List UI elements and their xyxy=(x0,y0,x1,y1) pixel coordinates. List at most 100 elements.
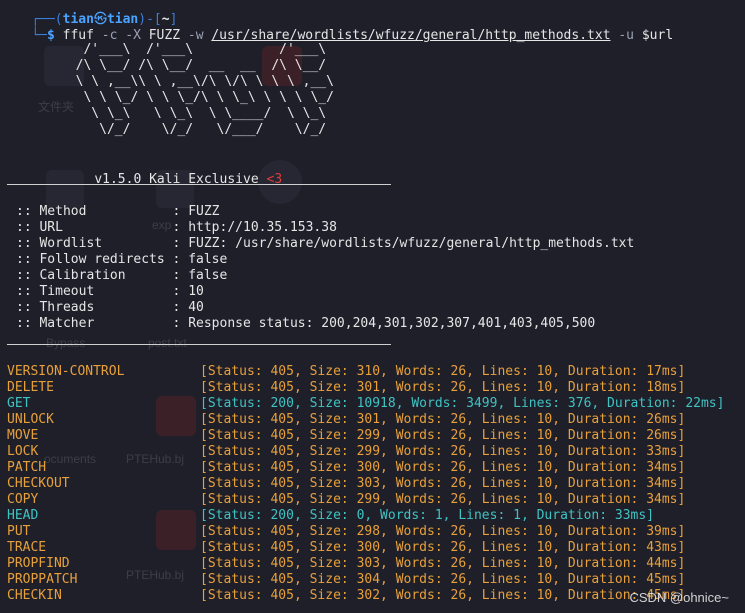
result-label-status: [Status: xyxy=(200,476,271,491)
result-status: 405 xyxy=(270,540,294,555)
result-duration: 39ms xyxy=(646,524,678,539)
result-lines: 10 xyxy=(536,492,553,507)
result-size: 300 xyxy=(356,460,381,475)
result-lines: 10 xyxy=(536,444,553,459)
result-row: DELETE [Status: 405, Size: 301, Words: 26… xyxy=(7,380,685,396)
result-status: 405 xyxy=(270,572,294,587)
result-duration: 26ms xyxy=(646,412,678,427)
result-size: 301 xyxy=(356,380,381,395)
config-key: Wordlist xyxy=(39,236,103,251)
result-size: 302 xyxy=(356,588,381,603)
watermark: CSDN @ohnice~ xyxy=(629,590,729,605)
result-status: 405 xyxy=(270,412,294,427)
result-duration: 34ms xyxy=(646,476,678,491)
result-row: PATCH [Status: 405, Size: 300, Words: 26,… xyxy=(7,460,685,476)
result-label-words: , Words: xyxy=(380,444,451,459)
result-words: 26 xyxy=(450,476,467,491)
result-label-duration: , Duration: xyxy=(552,460,647,475)
result-row: PROPFIND [Status: 405, Size: 303, Words: … xyxy=(7,556,685,572)
result-label-size: , Size: xyxy=(293,556,357,571)
config-padding: : xyxy=(94,284,189,299)
config-key: Method xyxy=(39,204,87,219)
ffuf-ascii-banner: /'___\ /'___\ /'___\ /\ \__/ /\ \__/ __ … xyxy=(75,42,334,137)
result-size: 303 xyxy=(356,476,381,491)
result-words: 26 xyxy=(450,412,467,427)
result-close-bracket: ] xyxy=(677,412,686,427)
result-row: VERSION-CONTROL [Status: 405, Size: 310, … xyxy=(7,364,685,380)
result-lines: 10 xyxy=(536,572,553,587)
result-words: 26 xyxy=(450,428,467,443)
result-method: PROPFIND xyxy=(7,556,70,571)
result-label-lines: , Lines: xyxy=(466,412,537,427)
result-method: COPY xyxy=(7,492,39,507)
result-duration: 33ms xyxy=(646,444,678,459)
config-padding: : xyxy=(164,252,189,267)
result-method: DELETE xyxy=(7,380,54,395)
config-row: :: Follow redirects : false xyxy=(16,252,227,268)
result-label-words: , Words: xyxy=(380,460,451,475)
config-value: false xyxy=(188,268,228,283)
result-duration: 26ms xyxy=(646,428,678,443)
result-close-bracket: ] xyxy=(677,476,686,491)
result-label-status: [Status: xyxy=(200,572,271,587)
result-label-status: [Status: xyxy=(200,380,271,395)
result-label-duration: , Duration: xyxy=(591,396,686,411)
result-words: 26 xyxy=(450,588,467,603)
result-label-words: , Words: xyxy=(380,476,451,491)
result-label-lines: , Lines: xyxy=(497,396,568,411)
result-row: MOVE [Status: 405, Size: 299, Words: 26, … xyxy=(7,428,685,444)
result-label-duration: , Duration: xyxy=(552,556,647,571)
result-row: PROPPATCH [Status: 405, Size: 304, Words:… xyxy=(7,572,685,588)
config-padding: : xyxy=(94,316,189,331)
result-status: 405 xyxy=(270,524,294,539)
result-row: CHECKOUT [Status: 405, Size: 303, Words: … xyxy=(7,476,685,492)
result-size: 298 xyxy=(356,524,381,539)
config-key: Threads xyxy=(39,300,95,315)
result-label-lines: , Lines: xyxy=(466,476,537,491)
result-row: LOCK [Status: 405, Size: 299, Words: 26, … xyxy=(7,444,685,460)
result-lines: 10 xyxy=(536,380,553,395)
result-words: 26 xyxy=(450,556,467,571)
result-label-status: [Status: xyxy=(200,428,271,443)
result-row: TRACE [Status: 405, Size: 300, Words: 26,… xyxy=(7,540,685,556)
result-duration: 33ms xyxy=(614,508,647,523)
result-label-duration: , Duration: xyxy=(552,412,647,427)
command-flag-c: -c xyxy=(101,28,118,43)
config-padding: : xyxy=(125,268,189,283)
result-status: 405 xyxy=(270,556,294,571)
command-arg-x: FUZZ xyxy=(148,28,181,43)
config-value: 10 xyxy=(188,284,204,299)
result-words: 1 xyxy=(434,508,443,523)
result-method: GET xyxy=(7,396,31,411)
result-label-size: , Size: xyxy=(293,492,357,507)
config-padding: : xyxy=(94,300,189,315)
result-status: 405 xyxy=(270,444,294,459)
command-wordlist-path[interactable]: /usr/share/wordlists/wfuzz/general/http_… xyxy=(211,28,610,43)
result-close-bracket: ] xyxy=(677,524,686,539)
result-label-words: , Words: xyxy=(380,572,451,587)
result-size: 303 xyxy=(356,556,381,571)
result-status: 405 xyxy=(270,380,294,395)
result-words: 26 xyxy=(450,364,467,379)
result-label-size: , Size: xyxy=(293,412,357,427)
result-label-words: , Words: xyxy=(380,364,451,379)
result-label-size: , Size: xyxy=(293,540,357,555)
terminal-window[interactable]: 文件夹 exp Bypass post.txt ocuments PTEHub.… xyxy=(0,0,745,613)
result-close-bracket: ] xyxy=(677,492,686,507)
result-label-words: , Words: xyxy=(380,380,451,395)
version-line: v1.5.0 Kali Exclusive <3 xyxy=(63,156,282,187)
result-row: PUT [Status: 405, Size: 298, Words: 26, L… xyxy=(7,524,685,540)
result-label-lines: , Lines: xyxy=(466,588,537,603)
result-lines: 10 xyxy=(536,476,553,491)
result-words: 3499 xyxy=(466,396,498,411)
result-label-status: [Status: xyxy=(200,524,271,539)
result-close-bracket: ] xyxy=(677,540,686,555)
result-duration: 34ms xyxy=(646,492,678,507)
config-prefix: :: xyxy=(16,300,40,315)
result-close-bracket: ] xyxy=(677,460,686,475)
result-status: 405 xyxy=(270,364,294,379)
command-line[interactable]: └─$ ffuf -c -X FUZZ -w /usr/share/wordli… xyxy=(0,12,673,43)
result-method: UNLOCK xyxy=(7,412,54,427)
config-row: :: Calibration : false xyxy=(16,268,227,284)
result-method: CHECKIN xyxy=(7,588,62,603)
